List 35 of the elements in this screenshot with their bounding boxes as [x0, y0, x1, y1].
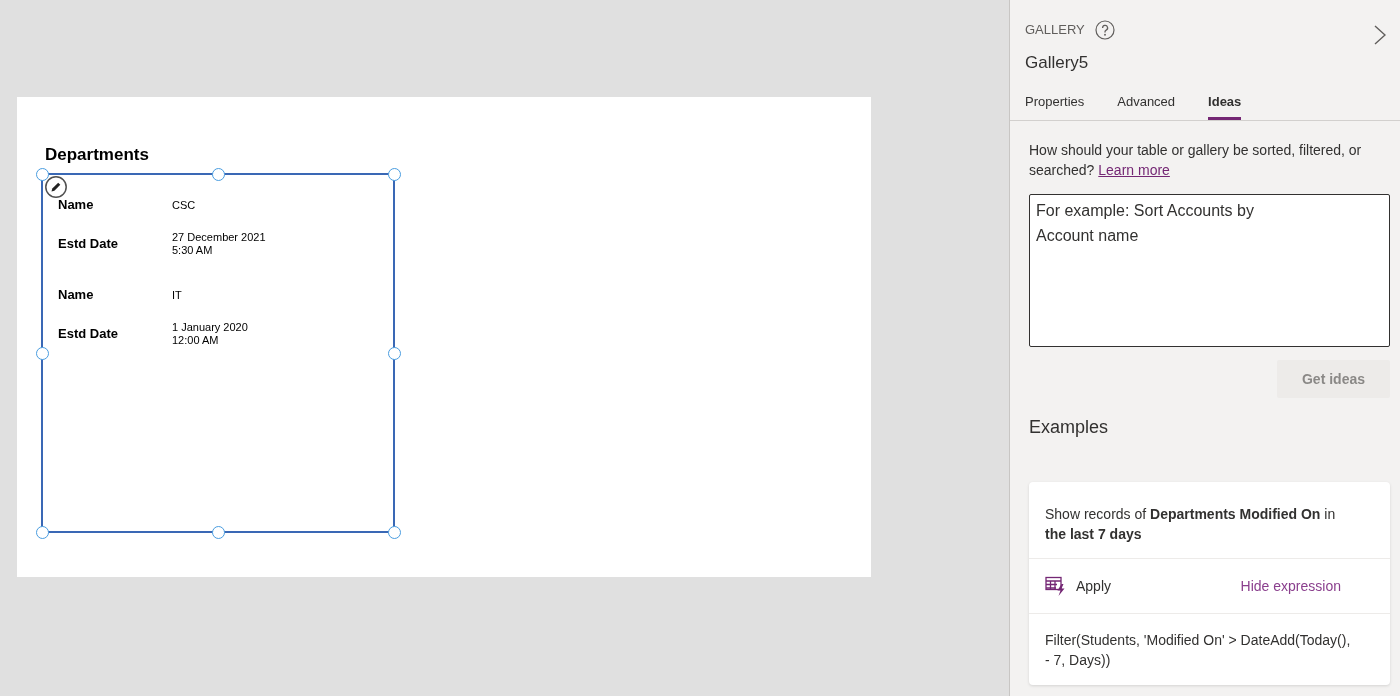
panel-tab[interactable]: Properties	[1025, 93, 1085, 120]
field-value: CSC	[172, 198, 196, 212]
examples-heading: Examples	[1029, 416, 1109, 439]
formula-expression: Filter(Students, 'Modified On' > DateAdd(Today(), - 7, Days))	[1044, 631, 1352, 670]
field-label: Name	[58, 288, 94, 302]
resize-handle[interactable]	[387, 346, 401, 360]
field-label: Estd Date	[58, 327, 118, 341]
control-type-label: GALLERY	[1025, 21, 1085, 39]
pencil-icon[interactable]	[45, 176, 67, 198]
field-value: 27 December 2021 5:30 AM	[172, 231, 266, 257]
control-name: Gallery5	[1025, 52, 1089, 74]
resize-handle[interactable]	[387, 167, 401, 181]
resize-handle[interactable]	[211, 525, 225, 539]
apply-button[interactable]: Apply	[1045, 575, 1112, 597]
resize-handle[interactable]	[387, 525, 401, 539]
resize-handle[interactable]	[35, 525, 49, 539]
resize-handle[interactable]	[211, 167, 225, 181]
field-label: Name	[58, 198, 94, 212]
resize-handle[interactable]	[35, 167, 49, 181]
help-icon[interactable]	[1094, 20, 1115, 40]
panel-tab[interactable]: Ideas	[1208, 93, 1242, 120]
hide-expression-link[interactable]: Hide expression	[1240, 578, 1341, 594]
resize-handle[interactable]	[35, 346, 49, 360]
prompt-text: How should your table or gallery be sorted, filtered, or searched? Learn more	[1029, 141, 1363, 180]
table-lightning-icon	[1045, 575, 1066, 597]
screen-title: Departments	[45, 145, 149, 165]
panel-tab[interactable]: Advanced	[1117, 93, 1176, 120]
gallery-control[interactable]: Name CSC Estd Date 27 December 2021 5:30 AM Name IT Estd Date 1 January 2020 12:00 AM	[41, 173, 395, 533]
idea-input-field[interactable]: For example: Sort Accounts by Account name	[1029, 194, 1390, 347]
field-value: 1 January 2020 12:00 AM	[172, 321, 248, 347]
example-description: Show records of Departments Modified On in the last 7 days	[1029, 482, 1390, 559]
field-value: IT	[172, 288, 182, 302]
learn-more-link[interactable]: Learn more	[1098, 162, 1170, 178]
field-label: Estd Date	[58, 237, 118, 251]
chevron-right-icon[interactable]	[1374, 25, 1386, 45]
